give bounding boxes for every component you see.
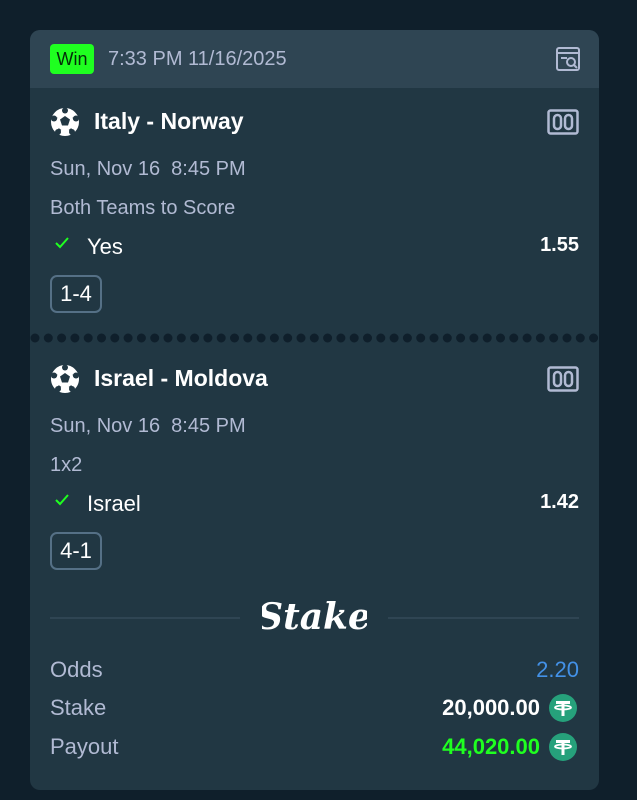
match-name[interactable]: Italy - Norway [94, 107, 244, 135]
market-name: 1x2 [50, 454, 83, 476]
stake-label: Stake [50, 695, 107, 720]
status-badge: Win [50, 44, 94, 74]
match-name[interactable]: Israel - Moldova [94, 364, 268, 392]
receipt-search-icon[interactable] [555, 46, 581, 72]
stake-amount: 20,000.00 [442, 695, 540, 720]
soccer-ball-icon [51, 107, 79, 136]
tether-icon [549, 733, 577, 761]
scoreboard-icon[interactable] [547, 109, 579, 135]
match-date: Sun, Nov 16 8:45 PM [50, 415, 246, 437]
check-icon [55, 494, 69, 506]
final-score: 4-1 [50, 532, 102, 570]
selection-name: Yes [87, 234, 123, 259]
check-icon [55, 237, 69, 249]
soccer-ball-icon [51, 364, 79, 393]
leg-divider [30, 333, 599, 343]
stake-logo: Stake [262, 596, 367, 638]
divider-left [50, 617, 240, 619]
selection-odds: 1.55 [540, 234, 579, 256]
odds-label: Odds [50, 657, 103, 682]
market-name: Both Teams to Score [50, 197, 236, 219]
tether-icon [549, 694, 577, 722]
match-date: Sun, Nov 16 8:45 PM [50, 158, 246, 180]
final-score: 1-4 [50, 275, 102, 313]
payout-amount: 44,020.00 [442, 734, 540, 759]
bet-datetime: 7:33 PM 11/16/2025 [108, 48, 287, 70]
total-odds: 2.20 [536, 657, 579, 682]
selection-name: Israel [87, 491, 141, 516]
svg-text:Stake: Stake [262, 596, 367, 638]
bet-header: Win 7:33 PM 11/16/2025 [30, 30, 599, 88]
selection-odds: 1.42 [540, 491, 579, 513]
bet-slip-card: Win 7:33 PM 11/16/2025 Italy - Norway Su… [30, 30, 599, 790]
payout-label: Payout [50, 734, 119, 759]
divider-right [388, 617, 579, 619]
scoreboard-icon[interactable] [547, 366, 579, 392]
